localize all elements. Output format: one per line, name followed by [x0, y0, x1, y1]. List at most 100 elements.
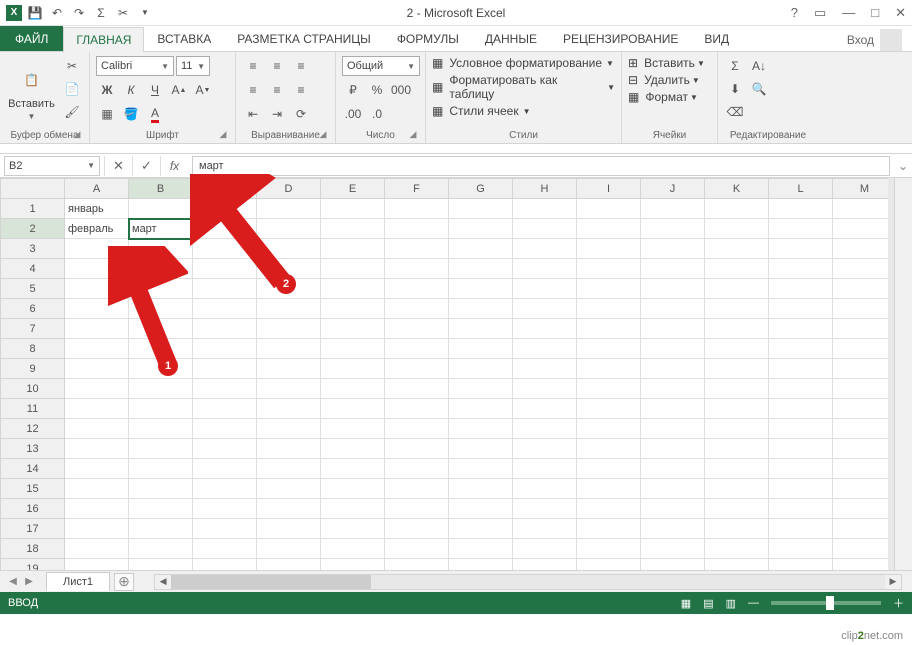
cell-J9[interactable]	[641, 359, 705, 379]
tab-page-layout[interactable]: РАЗМЕТКА СТРАНИЦЫ	[224, 26, 384, 51]
align-middle-button[interactable]: ≡	[266, 56, 288, 76]
cell-F8[interactable]	[385, 339, 449, 359]
cell-J7[interactable]	[641, 319, 705, 339]
cell-G4[interactable]	[449, 259, 513, 279]
cell-L17[interactable]	[769, 519, 833, 539]
dialog-launcher-icon[interactable]: ◢	[407, 129, 419, 141]
cell-B10[interactable]	[129, 379, 193, 399]
close-icon[interactable]: ✕	[895, 5, 906, 21]
cell-I18[interactable]	[577, 539, 641, 559]
cell-L8[interactable]	[769, 339, 833, 359]
column-header-I[interactable]: I	[577, 179, 641, 199]
cell-I15[interactable]	[577, 479, 641, 499]
cell-F4[interactable]	[385, 259, 449, 279]
cell-G1[interactable]	[449, 199, 513, 219]
cell-A11[interactable]	[65, 399, 129, 419]
cell-E6[interactable]	[321, 299, 385, 319]
cell-B18[interactable]	[129, 539, 193, 559]
cell-I6[interactable]	[577, 299, 641, 319]
align-top-button[interactable]: ≡	[242, 56, 264, 76]
cell-E13[interactable]	[321, 439, 385, 459]
cell-J16[interactable]	[641, 499, 705, 519]
cell-M12[interactable]	[833, 419, 897, 439]
cell-B15[interactable]	[129, 479, 193, 499]
font-size-combo[interactable]: 11▼	[176, 56, 210, 76]
row-header-3[interactable]: 3	[1, 239, 65, 259]
row-header-13[interactable]: 13	[1, 439, 65, 459]
cell-J5[interactable]	[641, 279, 705, 299]
column-header-C[interactable]: C	[193, 179, 257, 199]
cell-A10[interactable]	[65, 379, 129, 399]
view-page-break-icon[interactable]: ▥	[726, 597, 736, 610]
cell-L11[interactable]	[769, 399, 833, 419]
cell-J17[interactable]	[641, 519, 705, 539]
cell-B7[interactable]	[129, 319, 193, 339]
cell-D2[interactable]	[257, 219, 321, 239]
cell-H8[interactable]	[513, 339, 577, 359]
row-header-16[interactable]: 16	[1, 499, 65, 519]
cell-K18[interactable]	[705, 539, 769, 559]
cell-I13[interactable]	[577, 439, 641, 459]
zoom-thumb[interactable]	[826, 596, 834, 610]
increase-indent-button[interactable]: ⇥	[266, 104, 288, 124]
cell-B14[interactable]	[129, 459, 193, 479]
cell-E15[interactable]	[321, 479, 385, 499]
cell-E5[interactable]	[321, 279, 385, 299]
cell-J14[interactable]	[641, 459, 705, 479]
cell-I7[interactable]	[577, 319, 641, 339]
cell-J4[interactable]	[641, 259, 705, 279]
increase-decimal-button[interactable]: .00	[342, 104, 364, 124]
cell-D7[interactable]	[257, 319, 321, 339]
cell-I17[interactable]	[577, 519, 641, 539]
cell-A15[interactable]	[65, 479, 129, 499]
cell-A1[interactable]: январь	[65, 199, 129, 219]
cell-A12[interactable]	[65, 419, 129, 439]
row-header-7[interactable]: 7	[1, 319, 65, 339]
cell-H2[interactable]	[513, 219, 577, 239]
cell-M16[interactable]	[833, 499, 897, 519]
cell-J1[interactable]	[641, 199, 705, 219]
view-page-layout-icon[interactable]: ▤	[703, 597, 713, 610]
cell-I1[interactable]	[577, 199, 641, 219]
cell-L7[interactable]	[769, 319, 833, 339]
insert-function-button[interactable]: fx	[160, 156, 188, 176]
cell-E11[interactable]	[321, 399, 385, 419]
cell-C10[interactable]	[193, 379, 257, 399]
cell-M14[interactable]	[833, 459, 897, 479]
cell-C14[interactable]	[193, 459, 257, 479]
cell-K6[interactable]	[705, 299, 769, 319]
cell-G6[interactable]	[449, 299, 513, 319]
view-normal-icon[interactable]: ▦	[681, 597, 691, 610]
comma-button[interactable]: 000	[390, 80, 412, 100]
row-header-1[interactable]: 1	[1, 199, 65, 219]
cell-B16[interactable]	[129, 499, 193, 519]
cell-K13[interactable]	[705, 439, 769, 459]
cell-F17[interactable]	[385, 519, 449, 539]
column-header-D[interactable]: D	[257, 179, 321, 199]
cell-E3[interactable]	[321, 239, 385, 259]
cell-H1[interactable]	[513, 199, 577, 219]
undo-icon[interactable]: ↶	[48, 4, 66, 22]
cell-L14[interactable]	[769, 459, 833, 479]
cell-B1[interactable]	[129, 199, 193, 219]
row-header-15[interactable]: 15	[1, 479, 65, 499]
clear-button[interactable]: ⌫	[724, 102, 746, 122]
redo-icon[interactable]: ↷	[70, 4, 88, 22]
cell-L10[interactable]	[769, 379, 833, 399]
cell-A3[interactable]	[65, 239, 129, 259]
cell-H11[interactable]	[513, 399, 577, 419]
cell-K10[interactable]	[705, 379, 769, 399]
cell-J6[interactable]	[641, 299, 705, 319]
cell-F14[interactable]	[385, 459, 449, 479]
cell-D10[interactable]	[257, 379, 321, 399]
cell-H4[interactable]	[513, 259, 577, 279]
tab-view[interactable]: ВИД	[691, 26, 742, 51]
cell-K2[interactable]	[705, 219, 769, 239]
row-header-18[interactable]: 18	[1, 539, 65, 559]
format-painter-button[interactable]: 🖌	[61, 102, 83, 122]
cell-D15[interactable]	[257, 479, 321, 499]
cell-F7[interactable]	[385, 319, 449, 339]
cell-F13[interactable]	[385, 439, 449, 459]
cell-E7[interactable]	[321, 319, 385, 339]
cell-I14[interactable]	[577, 459, 641, 479]
